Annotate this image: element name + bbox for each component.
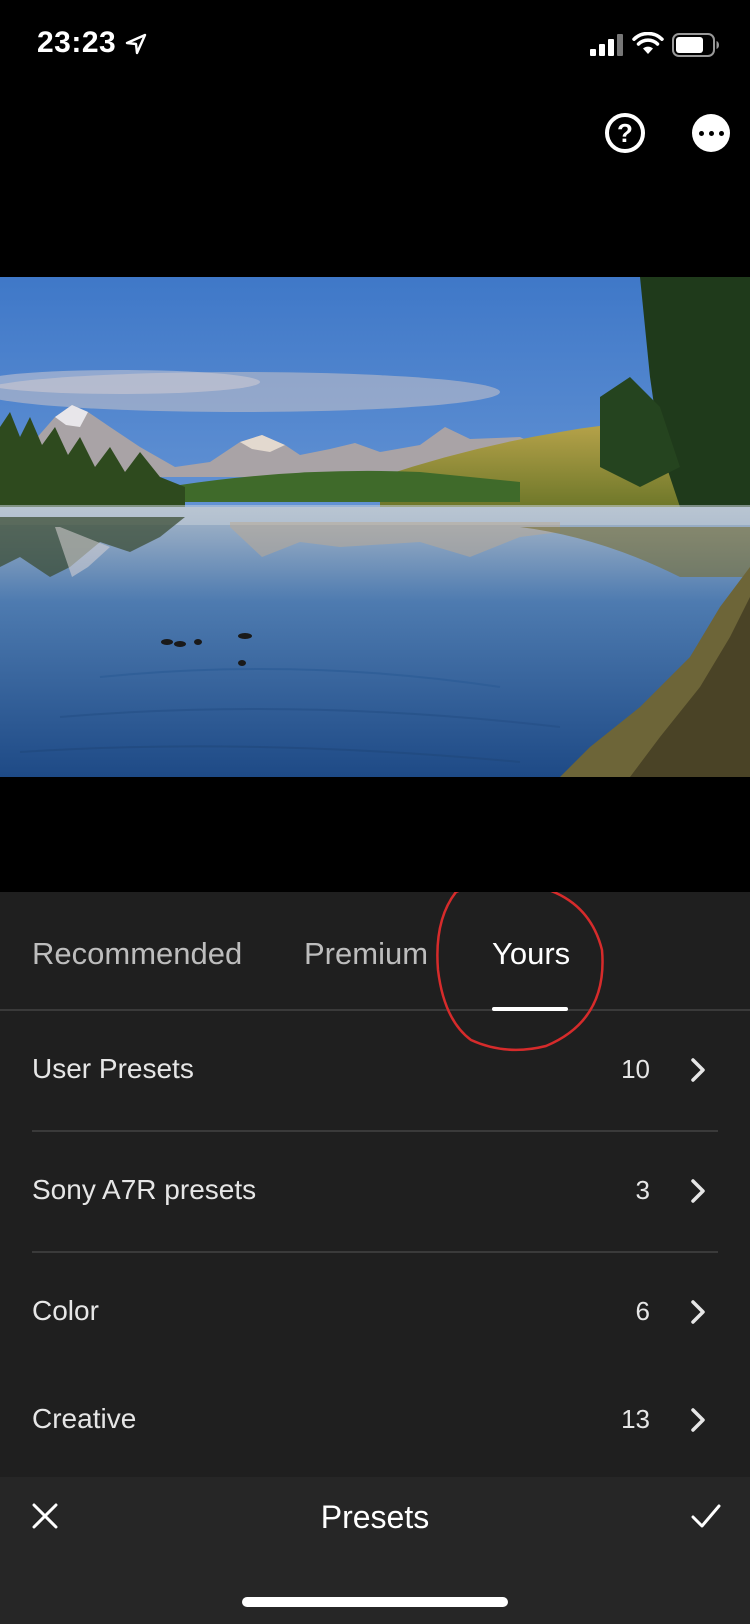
preset-name: Color bbox=[32, 1295, 99, 1326]
preset-count: 10 bbox=[621, 1054, 650, 1084]
preset-row-user-presets[interactable]: User Presets 10 bbox=[32, 1011, 718, 1132]
photo-preview bbox=[0, 277, 750, 777]
question-circle-icon: ? bbox=[617, 118, 633, 148]
preset-row-color[interactable]: Color 6 bbox=[32, 1253, 718, 1361]
preset-count: 6 bbox=[635, 1296, 650, 1326]
location-arrow-icon bbox=[125, 33, 147, 55]
bottom-bar: Presets bbox=[0, 1477, 750, 1624]
status-bar: 23:23 bbox=[0, 0, 750, 92]
preset-tabs: Recommended Premium Yours bbox=[0, 892, 750, 1052]
bottom-bar-title: Presets bbox=[320, 1499, 430, 1535]
more-dots-icon bbox=[698, 130, 724, 136]
preset-list: User Presets 10 Sony A7R presets 3 Color… bbox=[0, 1011, 750, 1477]
wifi-icon bbox=[632, 32, 664, 54]
chevron-right-icon bbox=[691, 1058, 705, 1082]
preset-name: Sony A7R presets bbox=[32, 1174, 257, 1205]
status-time: 23:23 bbox=[37, 26, 117, 59]
preset-row-sony-a7r[interactable]: Sony A7R presets 3 bbox=[32, 1132, 718, 1253]
tab-premium[interactable]: Premium bbox=[304, 936, 428, 972]
home-indicator bbox=[242, 1597, 508, 1607]
help-button[interactable]: ? bbox=[605, 113, 645, 153]
checkmark-icon[interactable] bbox=[690, 1501, 722, 1531]
battery-icon bbox=[672, 33, 719, 57]
preset-count: 13 bbox=[621, 1404, 650, 1434]
presets-panel: Recommended Premium Yours User Presets 1… bbox=[0, 892, 750, 1477]
chevron-right-icon bbox=[691, 1179, 705, 1203]
preset-row-creative[interactable]: Creative 13 bbox=[32, 1361, 718, 1477]
preset-name: Creative bbox=[32, 1403, 137, 1434]
chevron-right-icon bbox=[691, 1300, 705, 1324]
tab-yours[interactable]: Yours bbox=[492, 936, 570, 972]
cellular-signal-icon bbox=[590, 34, 623, 56]
tab-recommended[interactable]: Recommended bbox=[32, 936, 242, 972]
preset-name: User Presets bbox=[32, 1053, 194, 1084]
preset-count: 3 bbox=[635, 1175, 650, 1205]
more-options-button[interactable] bbox=[692, 114, 730, 152]
chevron-right-icon bbox=[691, 1408, 705, 1432]
